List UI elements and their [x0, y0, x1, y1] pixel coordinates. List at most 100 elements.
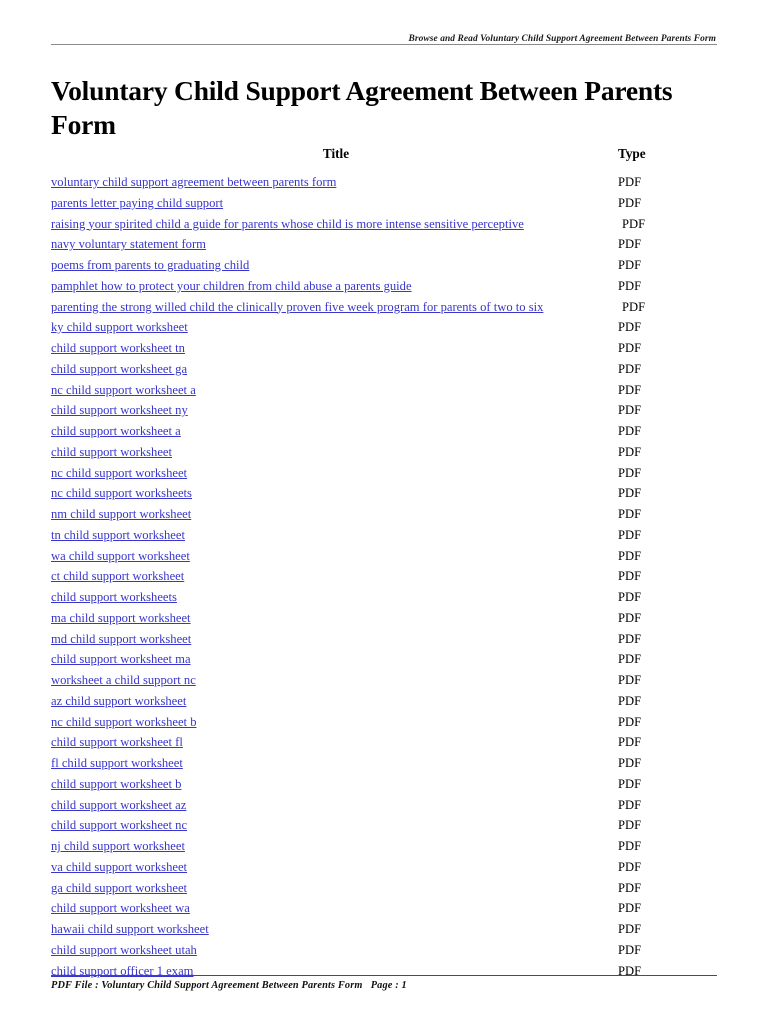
row-title-link[interactable]: nj child support worksheet: [51, 836, 185, 857]
header-divider: [51, 44, 717, 45]
row-title-link[interactable]: child support worksheet az: [51, 795, 186, 816]
row-title-link[interactable]: ga child support worksheet: [51, 878, 187, 899]
table-row: nc child support worksheet a PDF: [51, 380, 723, 401]
table-row: raising your spirited child a guide for …: [51, 214, 723, 235]
row-title-link[interactable]: nc child support worksheets: [51, 483, 192, 504]
table-row: nj child support worksheet PDF: [51, 836, 723, 857]
table-row: az child support worksheet PDF: [51, 691, 723, 712]
row-title-link[interactable]: child support worksheet b: [51, 774, 181, 795]
row-type-label: PDF: [622, 299, 646, 314]
row-type-label: PDF: [618, 278, 642, 293]
row-title-link[interactable]: child support worksheet fl: [51, 732, 183, 753]
row-title-link[interactable]: ct child support worksheet: [51, 566, 184, 587]
row-title-link[interactable]: az child support worksheet: [51, 691, 186, 712]
table-row: child support worksheet PDF: [51, 442, 723, 463]
row-type-label: PDF: [618, 880, 642, 895]
row-title-link[interactable]: child support worksheet ny: [51, 400, 188, 421]
row-type-label: PDF: [618, 652, 642, 667]
row-title-link[interactable]: pamphlet how to protect your children fr…: [51, 276, 412, 297]
row-type-label: PDF: [618, 735, 642, 750]
table-row: pamphlet how to protect your children fr…: [51, 276, 723, 297]
row-type-label: PDF: [618, 922, 642, 936]
row-type-label: PDF: [618, 507, 642, 521]
row-title-link[interactable]: child support worksheet utah: [51, 940, 197, 961]
row-title-link[interactable]: navy voluntary statement form: [51, 234, 206, 255]
row-type-label: PDF: [618, 341, 642, 355]
table-row: child support worksheet ny PDF: [51, 400, 723, 421]
row-type-label: PDF: [618, 963, 642, 978]
row-type-label: PDF: [618, 610, 642, 625]
row-type-label: PDF: [618, 465, 642, 480]
row-title-link[interactable]: parenting the strong willed child the cl…: [51, 297, 543, 318]
table-row: child support worksheet utah PDF: [51, 940, 723, 961]
table-row: fl child support worksheet PDF: [51, 753, 723, 774]
table-row: md child support worksheet PDF: [51, 629, 723, 650]
row-title-link[interactable]: child support worksheet: [51, 442, 172, 463]
table-row: ma child support worksheet PDF: [51, 608, 723, 629]
row-title-link[interactable]: fl child support worksheet: [51, 753, 183, 774]
table-row: nc child support worksheet PDF: [51, 463, 723, 484]
row-title-link[interactable]: raising your spirited child a guide for …: [51, 214, 524, 235]
page-title: Voluntary Child Support Agreement Betwee…: [51, 75, 673, 141]
table-row: nm child support worksheet PDF: [51, 504, 723, 525]
table-row: child support officer 1 exam PDF: [51, 961, 723, 982]
row-type-label: PDF: [618, 569, 642, 584]
row-type-label: PDF: [618, 548, 642, 563]
row-title-link[interactable]: child support worksheet nc: [51, 815, 187, 836]
row-title-link[interactable]: va child support worksheet: [51, 857, 187, 878]
column-header-type: Type: [618, 146, 646, 161]
row-title-link[interactable]: worksheet a child support nc: [51, 670, 196, 691]
table-row: parenting the strong willed child the cl…: [51, 297, 723, 318]
row-title-link[interactable]: poems from parents to graduating child: [51, 255, 249, 276]
row-type-label: PDF: [618, 797, 642, 812]
results-table: Title Type voluntary child support agree…: [51, 146, 723, 981]
row-type-label: PDF: [618, 859, 642, 874]
row-type-label: PDF: [618, 756, 642, 770]
row-title-link[interactable]: wa child support worksheet: [51, 546, 190, 567]
row-title-link[interactable]: tn child support worksheet: [51, 525, 185, 546]
table-row: child support worksheet ma PDF: [51, 649, 723, 670]
row-title-link[interactable]: child support worksheet ga: [51, 359, 187, 380]
row-title-link[interactable]: md child support worksheet: [51, 629, 191, 650]
row-title-link[interactable]: child support worksheets: [51, 587, 177, 608]
row-title-link[interactable]: child support worksheet ma: [51, 649, 191, 670]
row-title-link[interactable]: nm child support worksheet: [51, 504, 191, 525]
table-row: child support worksheet tn PDF: [51, 338, 723, 359]
row-type-label: PDF: [618, 424, 642, 438]
table-row: ky child support worksheet PDF: [51, 317, 723, 338]
row-title-link[interactable]: ky child support worksheet: [51, 317, 188, 338]
table-row: hawaii child support worksheet PDF: [51, 919, 723, 940]
row-title-link[interactable]: nc child support worksheet: [51, 463, 187, 484]
row-title-link[interactable]: parents letter paying child support: [51, 193, 223, 214]
row-title-link[interactable]: nc child support worksheet b: [51, 712, 197, 733]
row-title-link[interactable]: nc child support worksheet a: [51, 380, 196, 401]
row-title-link[interactable]: child support worksheet wa: [51, 898, 190, 919]
row-type-label: PDF: [618, 590, 642, 604]
table-row: poems from parents to graduating child PD…: [51, 255, 723, 276]
table-row: child support worksheet ga PDF: [51, 359, 723, 380]
row-type-label: PDF: [618, 403, 642, 418]
row-title-link[interactable]: voluntary child support agreement betwee…: [51, 172, 336, 193]
table-row: child support worksheet wa PDF: [51, 898, 723, 919]
table-row: parents letter paying child support PDF: [51, 193, 723, 214]
table-row: child support worksheets PDF: [51, 587, 723, 608]
row-type-label: PDF: [618, 444, 642, 459]
row-type-label: PDF: [618, 195, 642, 210]
row-type-label: PDF: [618, 839, 642, 853]
row-type-label: PDF: [618, 258, 642, 272]
row-title-link[interactable]: ma child support worksheet: [51, 608, 191, 629]
table-row: child support worksheet az PDF: [51, 795, 723, 816]
row-title-link[interactable]: child support officer 1 exam: [51, 961, 193, 982]
row-type-label: PDF: [618, 382, 642, 397]
table-row: va child support worksheet PDF: [51, 857, 723, 878]
row-title-link[interactable]: child support worksheet tn: [51, 338, 185, 359]
table-row: nc child support worksheets PDF: [51, 483, 723, 504]
row-type-label: PDF: [618, 818, 642, 833]
row-type-label: PDF: [618, 320, 642, 335]
row-title-link[interactable]: child support worksheet a: [51, 421, 181, 442]
footer-divider: [51, 975, 717, 976]
document-page: Browse and Read Voluntary Child Support …: [0, 0, 770, 1024]
column-header-title: Title: [322, 146, 350, 161]
row-type-label: PDF: [618, 175, 642, 189]
row-title-link[interactable]: hawaii child support worksheet: [51, 919, 209, 940]
